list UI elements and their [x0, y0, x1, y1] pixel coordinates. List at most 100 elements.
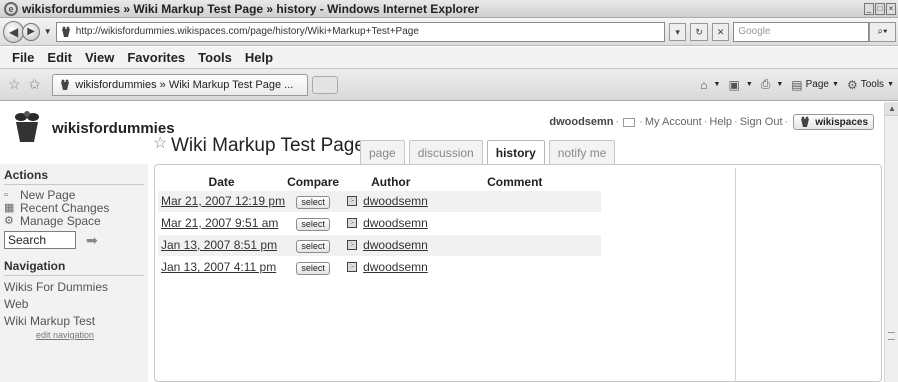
nav-link-wiki-markup-test[interactable]: Wiki Markup Test — [0, 313, 148, 330]
select-button[interactable]: select — [296, 261, 330, 275]
browser-tab[interactable]: wikisfordummies » Wiki Markup Test Page … — [52, 73, 309, 96]
author-link[interactable]: dwoodsemn — [363, 238, 428, 252]
menu-view[interactable]: View — [85, 50, 114, 65]
page-icon: ▤ — [791, 77, 803, 92]
history-dropdown-icon[interactable]: ▼ — [44, 27, 52, 36]
my-account-link[interactable]: My Account — [645, 116, 702, 128]
address-bar: ◀ ▶ ▼ http://wikisfordummies.wikispaces.… — [0, 18, 898, 46]
revision-date-link[interactable]: Jan 13, 2007 4:11 pm — [158, 260, 276, 274]
vertical-scrollbar[interactable]: ▲ — [884, 102, 898, 382]
window-title: wikisfordummies » Wiki Markup Test Page … — [22, 1, 479, 16]
table-row: Jan 13, 2007 4:11 pm select :‑ dwoodsemn — [158, 255, 602, 278]
new-page-link[interactable]: ▫ New Page — [0, 188, 148, 202]
home-button[interactable]: ⌂ ▼ — [700, 78, 720, 92]
scrollbar-grip[interactable] — [888, 332, 895, 340]
edit-navigation-link[interactable]: edit navigation — [0, 330, 148, 340]
sidebar-search-input[interactable] — [4, 231, 76, 249]
comment-cell — [487, 189, 602, 212]
chevron-down-icon: ▼ — [776, 81, 784, 88]
minimize-button[interactable]: _ — [864, 2, 874, 15]
nav-link-web[interactable]: Web — [0, 296, 148, 313]
search-icon[interactable]: ⌕▾ — [868, 21, 897, 42]
separator: · — [784, 116, 789, 128]
menu-tools[interactable]: Tools — [198, 50, 232, 65]
avatar-icon: :‑ — [347, 196, 358, 206]
revision-date-link[interactable]: Mar 21, 2007 9:51 am — [158, 216, 278, 230]
scroll-up-icon[interactable]: ▲ — [885, 102, 898, 116]
select-button[interactable]: select — [296, 195, 330, 209]
comment-cell — [487, 211, 602, 234]
new-page-icon: ▫ — [4, 188, 8, 201]
feeds-button[interactable]: ▣ ▼ — [728, 78, 752, 92]
gear-icon: ⚙ — [846, 77, 858, 92]
menu-file[interactable]: File — [12, 50, 34, 65]
tab-discussion[interactable]: discussion — [408, 140, 483, 165]
internet-explorer-icon: e — [4, 1, 18, 16]
maximize-button[interactable]: □ — [875, 2, 885, 15]
avatar-icon: :‑ — [347, 240, 358, 250]
manage-space-link[interactable]: ⚙ Manage Space — [0, 214, 148, 228]
window-title-bar: e wikisfordummies » Wiki Markup Test Pag… — [0, 0, 898, 18]
url-input[interactable]: http://wikisfordummies.wikispaces.com/pa… — [55, 21, 665, 42]
comment-cell — [487, 255, 602, 278]
help-link[interactable]: Help — [709, 116, 732, 128]
select-button[interactable]: select — [296, 239, 330, 253]
wikispaces-favicon-icon — [61, 79, 70, 90]
right-column-divider — [735, 168, 736, 382]
separator: · — [734, 116, 738, 128]
username[interactable]: dwoodsemn — [549, 116, 613, 128]
calendar-icon: ▦ — [4, 202, 15, 214]
wiki-logo-icon — [15, 111, 39, 142]
avatar-icon: :‑ — [347, 218, 358, 228]
sign-out-link[interactable]: Sign Out — [740, 116, 783, 128]
menu-help[interactable]: Help — [245, 50, 273, 65]
page-menu-label: Page — [805, 79, 829, 90]
author-link[interactable]: dwoodsemn — [363, 216, 428, 230]
page-viewport: wikisfordummies dwoodsemn · · My Account… — [0, 102, 884, 382]
author-cell: :‑ dwoodsemn — [341, 216, 487, 230]
menu-bar: File Edit View Favorites Tools Help — [0, 47, 898, 69]
sidebar-search: ➡ — [4, 231, 148, 249]
url-dropdown-icon[interactable]: ▾ — [668, 22, 687, 41]
search-input[interactable]: Google — [733, 21, 869, 42]
refresh-icon[interactable]: ↻ — [690, 22, 708, 41]
watch-star-icon[interactable]: ☆ — [153, 133, 167, 153]
new-tab-button[interactable] — [312, 75, 339, 94]
tab-history[interactable]: history — [486, 140, 545, 167]
close-button[interactable]: × — [886, 2, 896, 15]
menu-favorites[interactable]: Favorites — [127, 50, 185, 65]
tools-menu-button[interactable]: ⚙ Tools ▼ — [847, 78, 894, 92]
tab-notify-me[interactable]: notify me — [548, 140, 616, 165]
chevron-down-icon: ▼ — [832, 81, 839, 88]
revision-date-link[interactable]: Mar 21, 2007 12:19 pm — [158, 194, 285, 208]
stop-icon[interactable]: ✕ — [711, 22, 730, 41]
back-button[interactable]: ◀ — [3, 20, 25, 43]
recent-changes-link[interactable]: ▦ Recent Changes — [0, 200, 148, 215]
author-link[interactable]: dwoodsemn — [363, 194, 428, 208]
search-go-arrow-icon[interactable]: ➡ — [86, 232, 98, 249]
add-favorites-icon[interactable]: ✩ — [29, 76, 41, 93]
recent-changes-label: Recent Changes — [20, 200, 110, 215]
mail-icon[interactable] — [623, 117, 636, 127]
divider — [4, 184, 144, 185]
author-cell: :‑ dwoodsemn — [341, 238, 487, 252]
forward-button[interactable]: ▶ — [22, 22, 40, 41]
author-cell: :‑ dwoodsemn — [341, 194, 487, 208]
select-button[interactable]: select — [296, 217, 330, 231]
revision-date-link[interactable]: Jan 13, 2007 8:51 pm — [158, 238, 277, 252]
chevron-down-icon: ▼ — [887, 81, 894, 88]
page-menu-button[interactable]: ▤ Page ▼ — [791, 78, 839, 92]
gear-icon: ⚙ — [4, 215, 14, 227]
separator: · — [703, 116, 708, 128]
wikispaces-button[interactable]: wikispaces — [793, 114, 874, 130]
author-link[interactable]: dwoodsemn — [363, 260, 428, 274]
home-icon: ⌂ — [700, 77, 708, 92]
browser-tab-label: wikisfordummies » Wiki Markup Test Page … — [75, 78, 294, 91]
print-button[interactable]: ⎙ ▼ — [761, 77, 784, 92]
wikispaces-icon — [801, 116, 810, 127]
tab-page[interactable]: page — [360, 140, 405, 165]
favorites-star-icon[interactable]: ☆ — [8, 76, 21, 93]
menu-edit[interactable]: Edit — [47, 50, 72, 65]
column-header-compare: Compare — [287, 174, 340, 189]
nav-link-wikis-for-dummies[interactable]: Wikis For Dummies — [0, 279, 148, 296]
